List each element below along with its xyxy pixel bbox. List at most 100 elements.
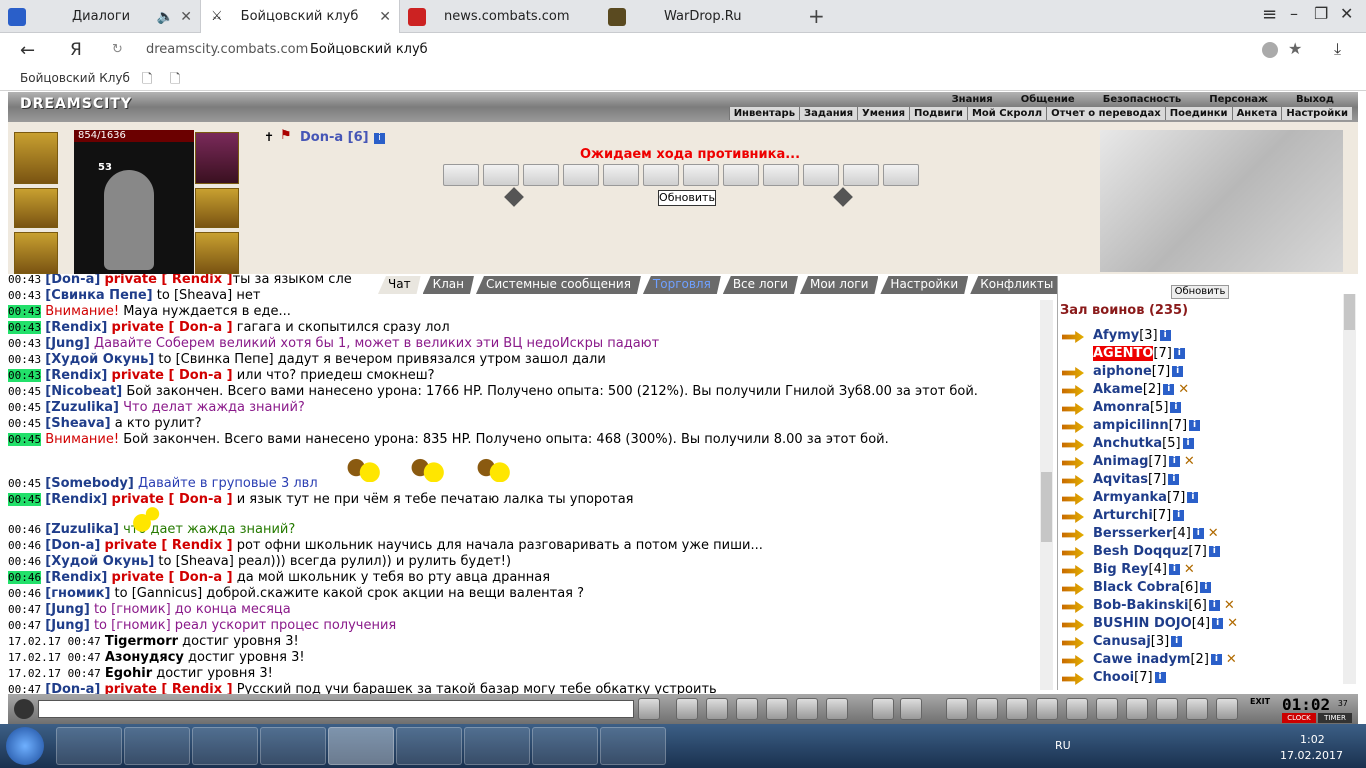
main-menu-item[interactable]: Выход — [1282, 94, 1348, 105]
toolbar-button[interactable] — [766, 698, 788, 720]
chat-nick[interactable]: Egohir — [105, 666, 152, 681]
clan-arrow-icon[interactable] — [1062, 421, 1084, 433]
minimize-icon[interactable]: – — [1290, 4, 1298, 23]
chat-tab[interactable]: Конфликты — [970, 276, 1063, 294]
battle-icon[interactable]: ✕ — [1178, 382, 1189, 397]
helmet-slot[interactable] — [14, 132, 58, 184]
player-name[interactable]: Chooi — [1093, 670, 1134, 685]
player-entry[interactable]: Armyanka[7] i — [1093, 490, 1199, 505]
player-name[interactable]: Aqvitas — [1093, 472, 1148, 487]
action-slot[interactable] — [683, 164, 719, 186]
tab-dialogs[interactable]: Диалоги 🔈 ✕ — [0, 0, 200, 33]
toolbar-button[interactable] — [1096, 698, 1118, 720]
battle-icon[interactable]: ✕ — [1227, 616, 1238, 631]
player-name[interactable]: BUSHIN DOJO — [1093, 616, 1192, 631]
clan-arrow-icon[interactable] — [1062, 655, 1084, 667]
pictures-task[interactable] — [600, 727, 666, 765]
chat-nick[interactable]: [Sheava] — [45, 416, 110, 431]
toolbar-button[interactable] — [1006, 698, 1028, 720]
player-name[interactable]: Cawe inadym — [1093, 652, 1190, 667]
action-slot[interactable] — [643, 164, 679, 186]
private-tag[interactable]: private [ Don-a ] — [112, 570, 233, 585]
audio-icon[interactable]: 🔈 — [157, 9, 174, 25]
clan-arrow-icon[interactable] — [1062, 529, 1084, 541]
info-icon[interactable]: i — [1171, 636, 1183, 647]
scroll-thumb[interactable] — [1041, 472, 1052, 542]
close-icon[interactable]: ✕ — [379, 9, 391, 25]
clan-arrow-icon[interactable] — [1062, 601, 1084, 613]
player-name[interactable]: Arturchi — [1093, 508, 1153, 523]
battle-icon[interactable]: ✕ — [1226, 652, 1237, 667]
player-entry[interactable]: BUSHIN DOJO[4] i ✕ — [1093, 616, 1238, 631]
yandex-task[interactable] — [328, 727, 394, 765]
page-icon[interactable]: 🗋 — [142, 70, 152, 92]
globe-icon[interactable] — [1262, 42, 1278, 58]
main-menu-item[interactable]: Безопасность — [1089, 94, 1196, 105]
yandex-browser-task[interactable] — [396, 727, 462, 765]
private-tag[interactable]: private [ Don-a ] — [112, 492, 233, 507]
restore-icon[interactable]: ❐ — [1314, 4, 1328, 23]
player-name[interactable]: Canusaj — [1093, 634, 1151, 649]
clan-arrow-icon[interactable] — [1062, 619, 1084, 631]
toolbar-button[interactable] — [706, 698, 728, 720]
action-slot[interactable] — [483, 164, 519, 186]
chat-nick[interactable]: [Somebody] — [45, 476, 134, 491]
app-task[interactable] — [192, 727, 258, 765]
hp-task[interactable] — [260, 727, 326, 765]
gloves-slot[interactable] — [14, 188, 58, 228]
chat-nick[interactable]: Внимание! — [45, 304, 119, 319]
exit-label[interactable]: EXIT — [1250, 697, 1270, 706]
weapon-slot[interactable] — [14, 232, 58, 274]
chat-nick[interactable]: [Nicobeat] — [45, 384, 122, 399]
info-icon[interactable]: i — [1154, 672, 1166, 683]
clan-arrow-icon[interactable] — [1062, 385, 1084, 397]
player-name[interactable]: Bob-Bakinski — [1093, 598, 1188, 613]
player-entry[interactable]: aiphone[7] i — [1093, 364, 1184, 379]
player-entry[interactable]: ampicilinn[7] i — [1093, 418, 1201, 433]
new-tab-button[interactable]: + — [808, 4, 825, 28]
refresh-button[interactable]: Обновить — [658, 190, 716, 206]
player-name[interactable]: Bersserker — [1093, 526, 1172, 541]
info-icon[interactable]: i — [1163, 384, 1175, 395]
chat-input[interactable] — [38, 700, 634, 718]
tab-news[interactable]: news.combats.com — [400, 0, 600, 33]
info-icon[interactable]: i — [1182, 438, 1194, 449]
toolbar-button[interactable] — [676, 698, 698, 720]
scroll-thumb[interactable] — [1344, 294, 1355, 330]
player-entry[interactable]: Anchutka[5] i — [1093, 436, 1194, 451]
main-menu-item[interactable]: Знания — [938, 94, 1007, 105]
clan-arrow-icon[interactable] — [1062, 349, 1084, 361]
toolbar-button[interactable] — [1036, 698, 1058, 720]
clan-arrow-icon[interactable] — [1062, 457, 1084, 469]
action-slot[interactable] — [763, 164, 799, 186]
yandex-logo[interactable]: Я — [70, 40, 82, 60]
armor-slot[interactable] — [195, 188, 239, 228]
chat-nick[interactable]: [Rendix] — [45, 570, 107, 585]
info-icon[interactable]: i — [1172, 366, 1184, 377]
toolbar-button[interactable] — [872, 698, 894, 720]
chat-nick[interactable]: [Jung] — [45, 336, 90, 351]
player-name[interactable]: Amonra — [1093, 400, 1150, 415]
action-slot[interactable] — [803, 164, 839, 186]
player-entry[interactable]: AGENTO[7] i — [1093, 346, 1185, 361]
chat-nick[interactable]: [Zuzulika] — [45, 400, 119, 415]
player-entry[interactable]: Bersserker[4] i ✕ — [1093, 526, 1219, 541]
info-icon[interactable]: i — [1212, 618, 1224, 629]
action-slot[interactable] — [563, 164, 599, 186]
clan-arrow-icon[interactable] — [1062, 439, 1084, 451]
toolbar-button[interactable] — [976, 698, 998, 720]
clan-arrow-icon[interactable] — [1062, 511, 1084, 523]
chat-nick[interactable]: [Jung] — [45, 602, 90, 617]
close-window-icon[interactable]: ✕ — [1340, 4, 1353, 23]
toolbar-button[interactable] — [1066, 698, 1088, 720]
player-name[interactable]: AGENTO — [1093, 346, 1154, 361]
chat-tab[interactable]: Торговля — [643, 276, 721, 294]
toolbar-button[interactable] — [1186, 698, 1208, 720]
chat-tab[interactable]: Настройки — [880, 276, 968, 294]
private-tag[interactable]: private [ Rendix ] — [104, 538, 232, 553]
chat-nick[interactable]: [Don-a] — [45, 538, 100, 553]
explorer-task[interactable] — [124, 727, 190, 765]
battle-icon[interactable]: ✕ — [1184, 454, 1195, 469]
player-entry[interactable]: Akame[2] i ✕ — [1093, 382, 1189, 397]
info-icon[interactable]: i — [1210, 654, 1222, 665]
